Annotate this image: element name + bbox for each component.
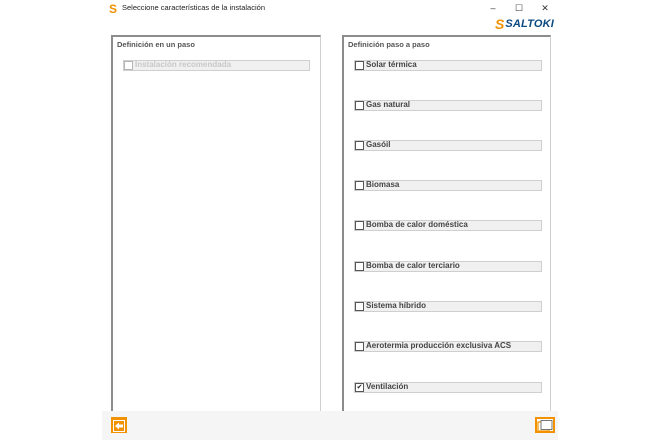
close-button[interactable]: ✕ <box>532 0 558 17</box>
saltoki-logo-text: SALTOKI <box>505 18 555 30</box>
option-label: Sistema híbrido <box>366 301 427 310</box>
step-by-step-panel-title: Definición paso a paso <box>348 40 430 49</box>
option-label: Gas natural <box>366 100 411 109</box>
option-label: Bomba de calor terciario <box>366 261 460 270</box>
checkbox-bomba-calor-domestica[interactable] <box>355 221 364 230</box>
option-label: Solar térmica <box>366 60 417 69</box>
one-step-panel-title: Definición en un paso <box>117 40 195 49</box>
option-label: Instalación recomendada <box>135 60 232 69</box>
checkbox-gasoil[interactable] <box>355 141 364 150</box>
title-bar: S Seleccione características de la insta… <box>102 0 558 17</box>
saltoki-logo: S SALTOKI <box>495 17 555 31</box>
option-label: Ventilación <box>366 382 409 391</box>
saltoki-logo-mark: S <box>495 16 505 32</box>
footer-bar <box>102 411 558 440</box>
back-button[interactable] <box>111 417 127 433</box>
option-solar-termica[interactable]: Solar térmica <box>354 60 542 71</box>
arrow-left-icon <box>113 420 125 432</box>
checkbox-ventilacion[interactable]: ✔ <box>355 383 364 392</box>
option-label: Aerotermia producción exclusiva ACS <box>366 341 512 350</box>
option-bomba-calor-domestica[interactable]: Bomba de calor doméstica <box>354 220 542 231</box>
checkbox-bomba-calor-terciario[interactable] <box>355 262 364 271</box>
option-gasoil[interactable]: Gasóil <box>354 140 542 151</box>
checkbox-instalacion-recomendada[interactable] <box>124 61 133 70</box>
checkbox-sistema-hibrido[interactable] <box>355 302 364 311</box>
option-biomasa[interactable]: Biomasa <box>354 180 542 191</box>
window-title: Seleccione características de la instala… <box>122 3 265 12</box>
next-button[interactable] <box>535 417 555 433</box>
option-label: Bomba de calor doméstica <box>366 220 468 229</box>
option-ventilacion[interactable]: ✔ Ventilación <box>354 382 542 393</box>
option-gas-natural[interactable]: Gas natural <box>354 100 542 111</box>
installation-dialog: S Seleccione características de la insta… <box>102 0 558 440</box>
one-step-panel: Definición en un paso Instalación recome… <box>111 35 321 411</box>
option-aerotermia-acs[interactable]: Aerotermia producción exclusiva ACS <box>354 341 542 352</box>
option-instalacion-recomendada[interactable]: Instalación recomendada <box>123 60 310 71</box>
minimize-button[interactable]: – <box>480 0 506 17</box>
checkbox-gas-natural[interactable] <box>355 101 364 110</box>
checkbox-biomasa[interactable] <box>355 181 364 190</box>
checkbox-aerotermia-acs[interactable] <box>355 342 364 351</box>
option-sistema-hibrido[interactable]: Sistema híbrido <box>354 301 542 312</box>
option-label: Biomasa <box>366 180 400 189</box>
next-page-icon <box>537 420 553 432</box>
option-bomba-calor-terciario[interactable]: Bomba de calor terciario <box>354 261 542 272</box>
option-label: Gasóil <box>366 140 391 149</box>
step-by-step-panel: Definición paso a paso Solar térmica Gas… <box>342 35 551 411</box>
maximize-button[interactable]: ☐ <box>506 0 532 17</box>
checkbox-solar-termica[interactable] <box>355 61 364 70</box>
saltoki-app-icon: S <box>109 2 118 16</box>
